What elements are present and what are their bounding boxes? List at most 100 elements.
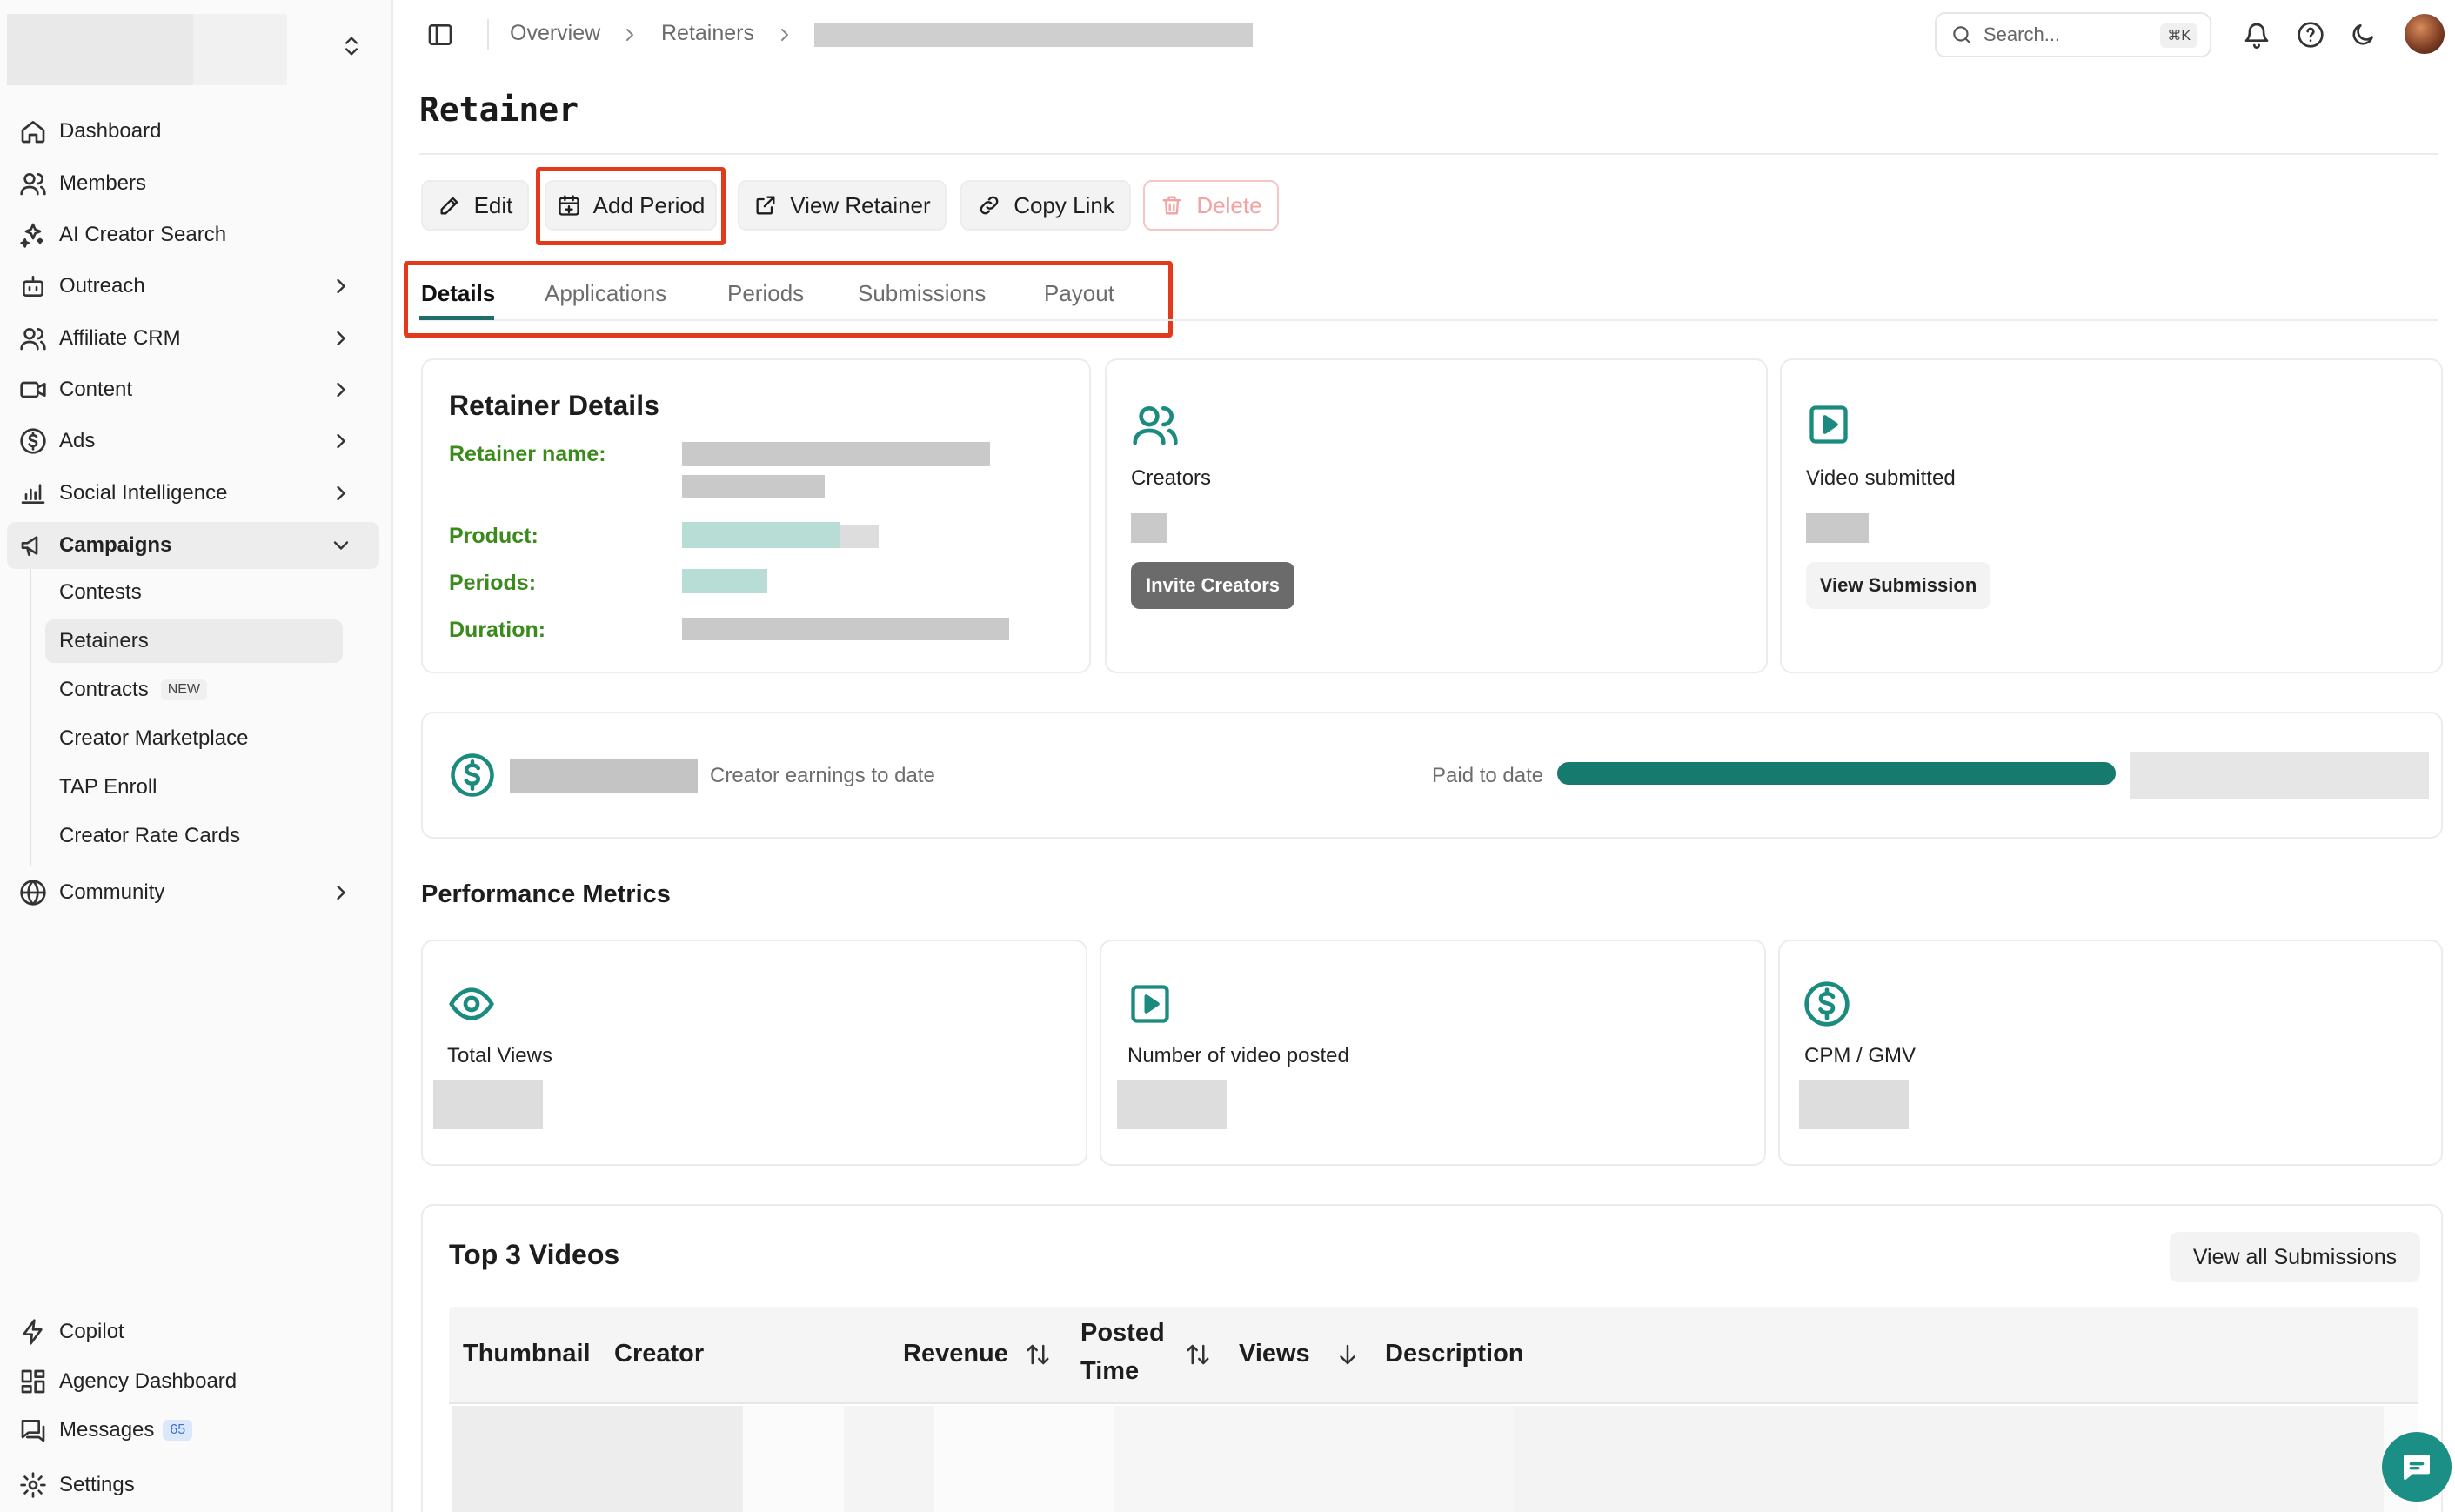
- tab-payout[interactable]: Payout: [1044, 280, 1114, 307]
- sidebar-subitem-label: Retainers: [59, 629, 149, 652]
- trash-icon: [1160, 193, 1184, 217]
- sidebar-item-affiliate-crm[interactable]: Affiliate CRM: [7, 315, 379, 362]
- topbar-divider: [487, 19, 489, 50]
- sidebar-subitem-label: Creator Rate Cards: [59, 824, 241, 847]
- delete-button[interactable]: Delete: [1143, 180, 1279, 231]
- videos-posted-value-redacted: [1117, 1080, 1227, 1129]
- sort-icon[interactable]: [1185, 1341, 1211, 1368]
- sidebar-item-content[interactable]: Content: [7, 366, 379, 413]
- sidebar-toggle-icon[interactable]: [426, 21, 454, 49]
- copy-link-button[interactable]: Copy Link: [960, 180, 1131, 231]
- cpm-gmv-value-redacted: [1799, 1080, 1909, 1129]
- breadcrumb-retainers[interactable]: Retainers: [661, 21, 754, 46]
- retainer-name-redacted: [682, 442, 990, 466]
- chevron-right-icon: [329, 481, 353, 505]
- cpm-gmv-label: CPM / GMV: [1804, 1044, 1917, 1067]
- creators-card: Creators Invite Creators: [1105, 358, 1768, 673]
- add-period-button[interactable]: Add Period: [545, 180, 717, 231]
- sidebar-item-campaigns[interactable]: Campaigns: [7, 522, 379, 569]
- bell-icon[interactable]: [2243, 21, 2271, 49]
- sidebar-item-social-intelligence[interactable]: Social Intelligence: [7, 470, 379, 517]
- sidebar-item-label: Messages: [59, 1418, 155, 1442]
- sidebar-item-label: Dashboard: [59, 119, 162, 143]
- video-icon: [1127, 981, 1173, 1027]
- sidebar-item-community[interactable]: Community: [7, 869, 379, 916]
- search-input[interactable]: Search... ⌘K: [1935, 12, 2211, 57]
- sidebar-item-copilot[interactable]: Copilot: [7, 1308, 379, 1355]
- eye-icon: [447, 980, 496, 1028]
- total-views-value-redacted: [433, 1080, 543, 1129]
- total-views-label: Total Views: [447, 1044, 552, 1067]
- tab-submissions[interactable]: Submissions: [858, 280, 986, 307]
- periods-redacted: [682, 569, 767, 593]
- retainer-name-label: Retainer name:: [449, 442, 606, 466]
- chat-launcher-button[interactable]: [2382, 1432, 2452, 1502]
- new-badge: NEW: [160, 679, 208, 700]
- view-retainer-button[interactable]: View Retainer: [738, 180, 947, 231]
- sidebar-item-ads[interactable]: Ads: [7, 418, 379, 465]
- avatar[interactable]: [2405, 14, 2445, 54]
- active-tab-indicator: [419, 316, 494, 320]
- search-shortcut: ⌘K: [2160, 23, 2197, 48]
- creators-count-redacted: [1131, 513, 1167, 543]
- chart-icon: [19, 479, 47, 507]
- view-submission-button[interactable]: View Submission: [1806, 562, 1990, 609]
- sidebar-subitem-contracts[interactable]: Contracts NEW: [45, 668, 343, 712]
- chevron-right-icon: [329, 326, 353, 351]
- chat-icon: [2399, 1449, 2434, 1484]
- globe-icon: [19, 879, 47, 907]
- paid-amount-redacted: [2130, 752, 2429, 799]
- workspace-name: [193, 14, 287, 85]
- sidebar-item-outreach[interactable]: Outreach: [7, 263, 379, 310]
- sidebar-item-dashboard[interactable]: Dashboard: [7, 108, 379, 155]
- sort-icon[interactable]: [1025, 1341, 1051, 1368]
- paid-progress-track: [1557, 762, 2116, 785]
- top-videos-card: Top 3 Videos View all Submissions Thumbn…: [421, 1204, 2443, 1512]
- workspace-logo[interactable]: [7, 14, 193, 85]
- tab-applications[interactable]: Applications: [545, 280, 666, 307]
- sidebar-item-members[interactable]: Members: [7, 160, 379, 207]
- bolt-icon: [19, 1318, 47, 1346]
- sidebar-item-label: Outreach: [59, 274, 145, 298]
- sidebar-subitem-creator-marketplace[interactable]: Creator Marketplace: [45, 717, 343, 760]
- product-redacted[interactable]: [682, 522, 840, 548]
- sidebar-subitem-label: Contests: [59, 580, 142, 604]
- paid-to-date-label: Paid to date: [1432, 764, 1544, 787]
- moon-icon[interactable]: [2349, 21, 2377, 49]
- breadcrumb-overview[interactable]: Overview: [510, 21, 600, 46]
- sidebar-item-messages[interactable]: Messages 65: [7, 1407, 379, 1454]
- sidebar-subitem-creator-rate-cards[interactable]: Creator Rate Cards: [45, 814, 343, 858]
- chevron-up-down-icon[interactable]: [339, 31, 364, 61]
- add-period-button-label: Add Period: [592, 191, 706, 218]
- creator-earnings-label: Creator earnings to date: [710, 764, 935, 787]
- help-icon[interactable]: [2297, 21, 2325, 49]
- sidebar-item-settings[interactable]: Settings: [7, 1462, 379, 1509]
- column-posted: Posted: [1080, 1319, 1165, 1347]
- sidebar-subitem-contests[interactable]: Contests: [45, 571, 343, 614]
- external-link-icon: [753, 193, 778, 217]
- column-revenue: Revenue: [903, 1340, 1008, 1368]
- column-thumbnail: Thumbnail: [463, 1340, 591, 1368]
- sidebar-subitem-retainers[interactable]: Retainers: [45, 619, 343, 663]
- submenu-guide-line: [30, 569, 31, 866]
- sidebar-item-agency-dashboard[interactable]: Agency Dashboard: [7, 1358, 379, 1405]
- table-row[interactable]: [452, 1406, 2418, 1512]
- edit-button[interactable]: Edit: [421, 180, 529, 231]
- grid-icon: [19, 1368, 47, 1395]
- tabs-divider: [419, 319, 2438, 321]
- view-all-submissions-button[interactable]: View all Submissions: [2170, 1232, 2420, 1282]
- metric-card-videos-posted: Number of video posted: [1100, 940, 1766, 1166]
- sidebar-item-label: Content: [59, 378, 133, 401]
- sort-descending-icon[interactable]: [1335, 1341, 1361, 1368]
- column-creator: Creator: [614, 1340, 705, 1368]
- view-retainer-button-label: View Retainer: [790, 191, 931, 218]
- metric-card-cpm-gmv: CPM / GMV: [1778, 940, 2443, 1166]
- invite-creators-button[interactable]: Invite Creators: [1131, 562, 1294, 609]
- sidebar-subitem-tap-enroll[interactable]: TAP Enroll: [45, 766, 343, 809]
- chevron-right-icon: [329, 429, 353, 453]
- messages-count-badge: 65: [163, 1420, 193, 1441]
- tab-periods[interactable]: Periods: [727, 280, 804, 307]
- tab-details[interactable]: Details: [421, 280, 495, 307]
- earnings-amount-redacted: [510, 759, 698, 793]
- sidebar-item-ai-creator-search[interactable]: AI Creator Search: [7, 211, 379, 258]
